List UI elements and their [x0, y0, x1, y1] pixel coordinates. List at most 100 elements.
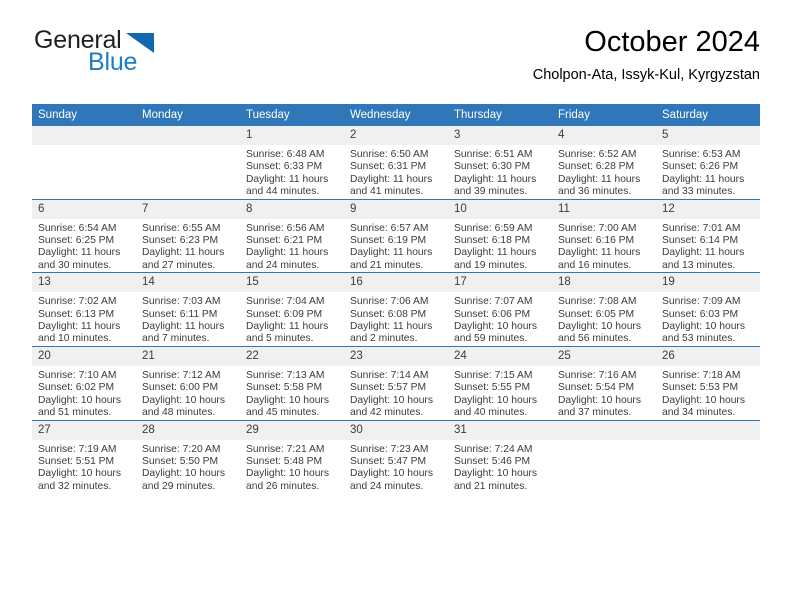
day-details: Sunrise: 6:51 AM Sunset: 6:30 PM Daylight:…	[448, 145, 552, 199]
day-number	[136, 126, 240, 145]
daylight-text-line2: and 29 minutes.	[142, 480, 216, 492]
sunrise-text: Sunrise: 6:48 AM	[246, 149, 325, 160]
daylight-text-line1: Daylight: 11 hours	[142, 247, 225, 259]
sunset-text: Sunset: 6:06 PM	[454, 308, 531, 320]
daylight-text-line1: Daylight: 11 hours	[662, 173, 745, 185]
calendar-day-cell[interactable]: 1 Sunrise: 6:48 AM Sunset: 6:33 PM Daylight…	[240, 126, 344, 199]
sunrise-text: Sunrise: 7:15 AM	[454, 369, 533, 381]
day-details: Sunrise: 7:04 AM Sunset: 6:09 PM Daylight:…	[240, 292, 344, 346]
sunset-text: Sunset: 5:50 PM	[142, 455, 219, 467]
calendar-day-cell[interactable]: 14 Sunrise: 7:03 AM Sunset: 6:11 PM Dayligh…	[136, 272, 240, 347]
calendar-day-cell[interactable]: 3 Sunrise: 6:51 AM Sunset: 6:30 PM Daylight…	[448, 126, 552, 199]
calendar-day-cell[interactable]: 26 Sunrise: 7:18 AM Sunset: 5:53 PM Dayligh…	[656, 345, 760, 420]
calendar-week-row: 13 Sunrise: 7:02 AM Sunset: 6:13 PM Dayligh…	[32, 272, 760, 347]
calendar-day-cell[interactable]: 4 Sunrise: 6:52 AM Sunset: 6:28 PM Daylight…	[552, 126, 656, 199]
day-details: Sunrise: 7:00 AM Sunset: 6:16 PM Daylight:…	[552, 219, 656, 273]
daylight-text-line2: and 36 minutes.	[558, 186, 632, 198]
calendar-day-cell[interactable]: 12 Sunrise: 7:01 AM Sunset: 6:14 PM Dayligh…	[656, 198, 760, 273]
sunrise-text: Sunrise: 6:54 AM	[38, 222, 117, 234]
calendar-empty-cell	[552, 419, 656, 494]
daylight-text-line2: and 24 minutes.	[246, 259, 320, 271]
daylight-text-line1: Daylight: 11 hours	[246, 321, 329, 333]
daylight-text-line1: Daylight: 10 hours	[662, 394, 745, 406]
day-number: 6	[32, 199, 136, 219]
sunset-text: Sunset: 6:26 PM	[662, 161, 739, 173]
day-details: Sunrise: 6:53 AM Sunset: 6:26 PM Daylight:…	[656, 145, 760, 199]
daylight-text-line2: and 51 minutes.	[38, 407, 112, 419]
day-number: 11	[552, 199, 656, 219]
day-details: Sunrise: 7:18 AM Sunset: 5:53 PM Daylight:…	[656, 366, 760, 420]
calendar-day-cell[interactable]: 5 Sunrise: 6:53 AM Sunset: 6:26 PM Daylight…	[656, 126, 760, 199]
calendar-day-cell[interactable]: 23 Sunrise: 7:14 AM Sunset: 5:57 PM Dayligh…	[344, 345, 448, 420]
calendar-day-cell[interactable]: 11 Sunrise: 7:00 AM Sunset: 6:16 PM Dayligh…	[552, 198, 656, 273]
sunrise-text: Sunrise: 7:13 AM	[246, 369, 325, 381]
sunset-text: Sunset: 5:54 PM	[558, 382, 635, 394]
calendar-empty-cell	[32, 126, 136, 199]
calendar-week-row: 27 Sunrise: 7:19 AM Sunset: 5:51 PM Dayligh…	[32, 419, 760, 494]
daylight-text-line2: and 26 minutes.	[246, 480, 320, 492]
daylight-text-line1: Daylight: 10 hours	[662, 321, 745, 333]
calendar-day-cell[interactable]: 10 Sunrise: 6:59 AM Sunset: 6:18 PM Dayligh…	[448, 198, 552, 273]
sunset-text: Sunset: 6:18 PM	[454, 235, 531, 247]
calendar-day-cell[interactable]: 28 Sunrise: 7:20 AM Sunset: 5:50 PM Dayligh…	[136, 419, 240, 494]
day-details: Sunrise: 7:19 AM Sunset: 5:51 PM Daylight:…	[32, 440, 136, 494]
day-details	[552, 440, 656, 444]
sunset-text: Sunset: 5:48 PM	[246, 455, 323, 467]
brand-name-blue: Blue	[88, 48, 138, 76]
daylight-text-line1: Daylight: 10 hours	[350, 468, 433, 480]
calendar-day-cell[interactable]: 17 Sunrise: 7:07 AM Sunset: 6:06 PM Dayligh…	[448, 272, 552, 347]
day-details: Sunrise: 7:24 AM Sunset: 5:46 PM Daylight:…	[448, 440, 552, 494]
daylight-text-line2: and 13 minutes.	[662, 259, 736, 271]
calendar-day-cell[interactable]: 24 Sunrise: 7:15 AM Sunset: 5:55 PM Dayligh…	[448, 345, 552, 420]
calendar-day-cell[interactable]: 20 Sunrise: 7:10 AM Sunset: 6:02 PM Dayligh…	[32, 345, 136, 420]
day-number: 4	[552, 126, 656, 145]
sunrise-text: Sunrise: 7:12 AM	[142, 369, 221, 381]
day-details: Sunrise: 6:56 AM Sunset: 6:21 PM Daylight:…	[240, 219, 344, 273]
day-details: Sunrise: 6:50 AM Sunset: 6:31 PM Daylight:…	[344, 145, 448, 199]
sunrise-text: Sunrise: 6:52 AM	[558, 149, 637, 160]
calendar-day-cell[interactable]: 25 Sunrise: 7:16 AM Sunset: 5:54 PM Dayligh…	[552, 345, 656, 420]
daylight-text-line2: and 2 minutes.	[350, 333, 418, 345]
daylight-text-line2: and 39 minutes.	[454, 186, 528, 198]
sunset-text: Sunset: 6:02 PM	[38, 382, 115, 394]
calendar-day-cell[interactable]: 7 Sunrise: 6:55 AM Sunset: 6:23 PM Daylight…	[136, 198, 240, 273]
sunset-text: Sunset: 6:00 PM	[142, 382, 219, 394]
daylight-text-line1: Daylight: 11 hours	[38, 247, 121, 259]
calendar-day-cell[interactable]: 16 Sunrise: 7:06 AM Sunset: 6:08 PM Dayligh…	[344, 272, 448, 347]
day-number: 17	[448, 273, 552, 293]
sunset-text: Sunset: 6:23 PM	[142, 235, 219, 247]
calendar-day-cell[interactable]: 13 Sunrise: 7:02 AM Sunset: 6:13 PM Dayligh…	[32, 272, 136, 347]
sunrise-text: Sunrise: 7:16 AM	[558, 369, 637, 381]
daylight-text-line1: Daylight: 10 hours	[38, 394, 121, 406]
day-details: Sunrise: 7:10 AM Sunset: 6:02 PM Daylight:…	[32, 366, 136, 420]
sunrise-sunset-calendar: Sunday Monday Tuesday Wednesday Thursday…	[32, 104, 760, 494]
brand-logo[interactable]: General Blue	[32, 26, 222, 86]
calendar-week-row: 1 Sunrise: 6:48 AM Sunset: 6:33 PM Daylight…	[32, 126, 760, 199]
calendar-day-cell[interactable]: 30 Sunrise: 7:23 AM Sunset: 5:47 PM Dayligh…	[344, 419, 448, 494]
calendar-day-cell[interactable]: 8 Sunrise: 6:56 AM Sunset: 6:21 PM Daylight…	[240, 198, 344, 273]
calendar-day-cell[interactable]: 9 Sunrise: 6:57 AM Sunset: 6:19 PM Daylight…	[344, 198, 448, 273]
calendar-day-cell[interactable]: 31 Sunrise: 7:24 AM Sunset: 5:46 PM Dayligh…	[448, 419, 552, 494]
sunrise-text: Sunrise: 7:03 AM	[142, 296, 221, 308]
calendar-day-cell[interactable]: 22 Sunrise: 7:13 AM Sunset: 5:58 PM Dayligh…	[240, 345, 344, 420]
daylight-text-line2: and 21 minutes.	[454, 480, 528, 492]
calendar-day-cell[interactable]: 2 Sunrise: 6:50 AM Sunset: 6:31 PM Daylight…	[344, 126, 448, 199]
day-details: Sunrise: 6:54 AM Sunset: 6:25 PM Daylight:…	[32, 219, 136, 273]
calendar-day-cell[interactable]: 19 Sunrise: 7:09 AM Sunset: 6:03 PM Dayligh…	[656, 272, 760, 347]
day-number: 28	[136, 420, 240, 440]
calendar-day-cell[interactable]: 21 Sunrise: 7:12 AM Sunset: 6:00 PM Dayligh…	[136, 345, 240, 420]
day-number	[656, 420, 760, 440]
daylight-text-line1: Daylight: 11 hours	[246, 173, 329, 185]
calendar-day-cell[interactable]: 29 Sunrise: 7:21 AM Sunset: 5:48 PM Dayligh…	[240, 419, 344, 494]
calendar-day-cell[interactable]: 18 Sunrise: 7:08 AM Sunset: 6:05 PM Dayligh…	[552, 272, 656, 347]
day-number: 1	[240, 126, 344, 145]
sunrise-text: Sunrise: 7:00 AM	[558, 222, 637, 234]
calendar-day-cell[interactable]: 27 Sunrise: 7:19 AM Sunset: 5:51 PM Dayligh…	[32, 419, 136, 494]
weekday-header-tuesday: Tuesday	[240, 104, 344, 126]
calendar-day-cell[interactable]: 6 Sunrise: 6:54 AM Sunset: 6:25 PM Daylight…	[32, 198, 136, 273]
calendar-day-cell[interactable]: 15 Sunrise: 7:04 AM Sunset: 6:09 PM Dayligh…	[240, 272, 344, 347]
day-details: Sunrise: 7:14 AM Sunset: 5:57 PM Daylight:…	[344, 366, 448, 420]
daylight-text-line1: Daylight: 11 hours	[558, 173, 641, 185]
daylight-text-line2: and 19 minutes.	[454, 259, 528, 271]
sunrise-text: Sunrise: 6:53 AM	[662, 149, 741, 160]
